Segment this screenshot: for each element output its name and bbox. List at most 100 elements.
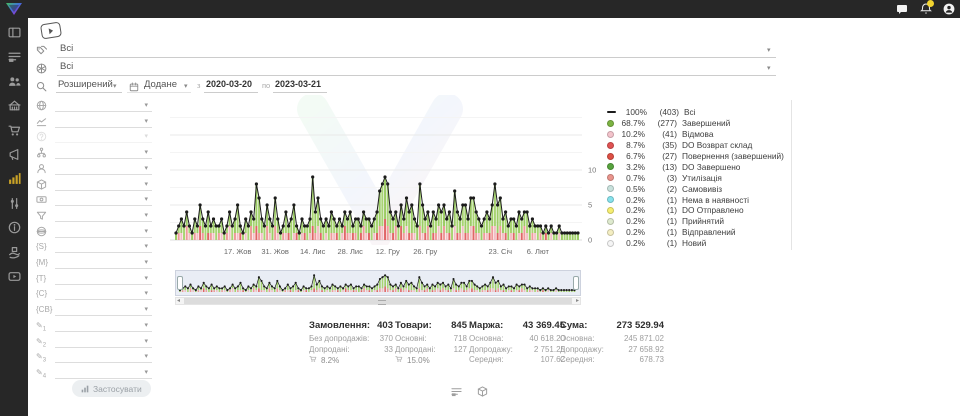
scrollbar-thumb[interactable] [184, 298, 572, 304]
sidebar-item-video[interactable] [8, 270, 21, 283]
search-mode-field[interactable] [56, 77, 122, 93]
stat-title: Замовлення: [309, 320, 370, 331]
toggle-product-view[interactable] [477, 384, 488, 395]
legend-item[interactable]: 68.7% (277) Завершений [607, 118, 784, 129]
sidebar-item-store[interactable] [8, 99, 21, 112]
message-icon[interactable] [896, 3, 908, 15]
chevron-down-icon[interactable]: ▾ [144, 352, 148, 360]
chevron-down-icon[interactable]: ▾ [144, 227, 148, 235]
chart-scrollbar[interactable]: ◂ ▸ [175, 297, 581, 305]
filter-input-underline [55, 111, 152, 112]
chevron-down-icon[interactable]: ▾ [144, 305, 148, 313]
chevron-down-icon[interactable]: ▾ [144, 148, 148, 156]
sidebar-item-integrations[interactable] [8, 197, 21, 210]
legend-item[interactable]: 6.7% (27) Повернення (завершений) [607, 151, 784, 162]
chevron-down-icon[interactable]: ▾ [144, 289, 148, 297]
filter-structure[interactable]: ▾ [36, 146, 156, 161]
legend-label: Нема в наявності [682, 195, 749, 205]
chevron-down-icon[interactable]: ▾ [144, 242, 148, 250]
chevron-down-icon[interactable]: ▾ [144, 180, 148, 188]
chevron-down-icon[interactable]: ▾ [144, 117, 148, 125]
chevron-down-icon[interactable]: ▾ [144, 195, 148, 203]
legend-item[interactable]: 0.2% (1) DO Отправлено [607, 205, 784, 216]
account-icon[interactable] [943, 3, 955, 15]
legend-label: Самовивіз [682, 184, 722, 194]
filter-utm-s[interactable]: {S} ▾ [36, 240, 156, 255]
filter-custom-4[interactable]: ✎4 ▾ [36, 366, 156, 381]
legend-item[interactable]: 100% (403) Всі [607, 107, 784, 118]
chevron-down-icon[interactable]: ▾ [144, 274, 148, 282]
filter-analytics-group[interactable]: ▾ [36, 115, 156, 130]
sidebar-item-dashboard[interactable] [8, 26, 21, 39]
search-icon[interactable] [36, 79, 47, 90]
stat-title: Товари: [395, 320, 432, 331]
legend-item[interactable]: 0.2% (1) Прийнятий [607, 216, 784, 227]
stat-sub-value: 127 [454, 345, 467, 356]
filter-source[interactable]: ▾ [36, 225, 156, 240]
filter-product[interactable]: ▾ [36, 178, 156, 193]
filter-utm-t[interactable]: {T} ▾ [36, 272, 156, 287]
legend-item[interactable]: 8.7% (35) DO Возврат склад [607, 140, 784, 151]
stat-column: Товари:845Основні:718Допродані:12715.0% [395, 320, 467, 368]
toggle-list-view[interactable] [451, 384, 462, 395]
legend-item[interactable]: 0.2% (1) Відправлений [607, 227, 784, 238]
chevron-down-icon[interactable]: ▾ [767, 64, 771, 72]
filter-payment[interactable]: ▾ [36, 193, 156, 208]
legend-item[interactable]: 0.7% (3) Утилізація [607, 172, 784, 183]
filter-utm-c[interactable]: {C} ▾ [36, 287, 156, 302]
legend-item[interactable]: 0.5% (2) Самовивіз [607, 183, 784, 194]
navigator-right-handle[interactable] [573, 276, 579, 290]
sidebar-item-analytics[interactable] [8, 172, 21, 185]
sidebar-item-customers[interactable] [8, 75, 21, 88]
pencil-1-icon: ✎1 [36, 320, 47, 331]
filter-custom-1[interactable]: ✎1 ▾ [36, 319, 156, 334]
product-filter-field[interactable] [57, 59, 776, 76]
legend-item[interactable]: 3.2% (13) DO Завершено [607, 161, 784, 172]
legend-item[interactable]: 0.2% (1) Новий [607, 238, 784, 249]
chevron-down-icon[interactable]: ▾ [144, 337, 148, 345]
main-sidebar [0, 18, 28, 416]
chevron-down-icon[interactable]: ▾ [144, 368, 148, 376]
chevron-down-icon[interactable]: ▾ [144, 258, 148, 266]
sidebar-item-marketing[interactable] [8, 148, 21, 161]
navigator-left-handle[interactable] [177, 276, 183, 290]
scroll-left-icon[interactable]: ◂ [177, 297, 180, 304]
chevron-down-icon[interactable]: ▾ [144, 321, 148, 329]
legend-percent: 10.2% [614, 129, 645, 139]
filter-funnel[interactable]: ▾ [36, 209, 156, 224]
video-help-icon[interactable] [40, 22, 62, 40]
sidebar-item-loyalty[interactable] [8, 246, 21, 259]
sidebar-item-info[interactable] [8, 221, 21, 234]
filter-input-underline [55, 362, 152, 363]
brand-logo-icon[interactable] [5, 2, 23, 16]
sidebar-item-orders[interactable] [8, 50, 21, 63]
filter-manager[interactable]: ▾ [36, 162, 156, 177]
date-field-dropdown[interactable] [127, 77, 191, 93]
date-from-field[interactable] [204, 77, 258, 93]
chevron-down-icon[interactable]: ▾ [144, 132, 148, 140]
category-filter-field[interactable] [57, 41, 776, 58]
chevron-down-icon[interactable]: ▾ [144, 164, 148, 172]
apply-filters-button[interactable]: Застосувати [72, 380, 151, 397]
legend-item[interactable]: 0.2% (1) Нема в наявності [607, 194, 784, 205]
filter-custom-3[interactable]: ✎3 ▾ [36, 350, 156, 365]
scroll-right-icon[interactable]: ▸ [576, 297, 579, 304]
stat-column: Сума:273 529.94Основна:245 871.02Допрода… [560, 320, 664, 366]
chart-line-icon [36, 116, 47, 127]
filter-custom-2[interactable]: ✎2 ▾ [36, 335, 156, 350]
stat-sub-label: Допродажу: [469, 345, 513, 356]
filter-region[interactable]: ▾ [36, 99, 156, 114]
sitemap-icon [36, 147, 47, 158]
main-chart[interactable]: 051017. Жов31. Жов14. Лис28. Лис12. Гру2… [170, 98, 610, 260]
chart-navigator[interactable] [175, 270, 581, 296]
chevron-down-icon[interactable]: ▾ [767, 46, 771, 54]
legend-percent: 0.5% [614, 184, 645, 194]
chevron-down-icon[interactable]: ▾ [144, 101, 148, 109]
sidebar-item-cart[interactable] [8, 124, 21, 137]
date-to-field[interactable] [273, 77, 327, 93]
filter-input-underline [55, 347, 152, 348]
filter-utm-m[interactable]: {M} ▾ [36, 256, 156, 271]
filter-utm-cb[interactable]: {CB} ▾ [36, 303, 156, 318]
legend-item[interactable]: 10.2% (41) Відмова [607, 129, 784, 140]
chevron-down-icon[interactable]: ▾ [144, 211, 148, 219]
